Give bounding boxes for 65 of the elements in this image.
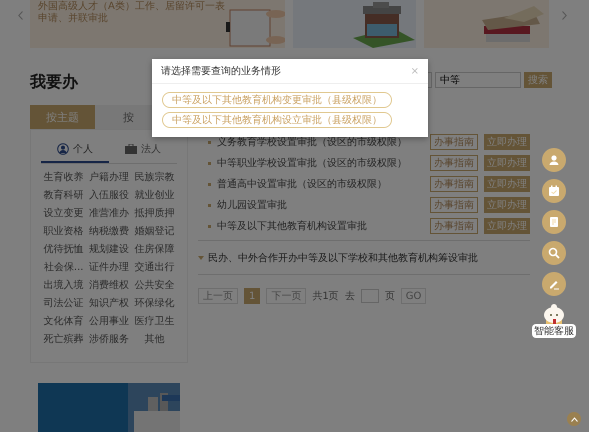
assistant-button[interactable]: 智能客服 [532,303,576,338]
search-button[interactable]: 搜索 [524,72,552,88]
guide-button[interactable]: 办事指南 [430,218,478,234]
banner-caption: 外国高级人才（A类）工作、居留许可一表申请、并联审批 [38,1,226,25]
option-button[interactable]: 中等及以下其他教育机构变更审批（县级权限） [162,92,392,108]
service-group[interactable]: 民办、中外合作开办中等及以下学校和其他教育机构筹设审批 [198,241,530,275]
service-title[interactable]: 义务教育学校设置审批（设区的市级权限） [217,135,424,149]
category-link[interactable]: 生育收养 [41,170,86,186]
topic-tab[interactable]: 按主题 [30,105,95,129]
service-title[interactable]: 中等职业学校设置审批（设区的市级权限） [217,156,424,170]
category-link[interactable]: 涉侨服务 [86,332,132,348]
category-link[interactable]: 户籍办理 [86,170,132,186]
category-link[interactable]: 知识产权 [86,296,132,312]
page-total: 共1页 [312,290,339,303]
dialog-title: 请选择需要查询的业务情形 [161,64,281,78]
applicant-tab[interactable]: 个人 [41,138,109,163]
apply-button[interactable]: 立即办理 [484,218,530,234]
apply-button[interactable]: 立即办理 [484,155,530,171]
goto-label: 去 [344,290,355,303]
category-link[interactable]: 司法公证 [41,296,86,312]
category-link[interactable]: 民族宗教 [132,170,177,186]
category-link[interactable]: 其他 [132,332,177,348]
page-button[interactable]: 1 [244,288,260,304]
category-link[interactable]: 证件办理 [86,260,132,276]
close-button[interactable]: × [410,66,419,76]
apply-button[interactable]: 立即办理 [484,197,530,213]
guide-button[interactable]: 办事指南 [430,155,478,171]
service-title[interactable]: 中等及以下其他教育机构设置审批 [217,219,424,233]
category-link[interactable]: 抵押质押 [132,206,177,222]
apply-button[interactable]: 立即办理 [484,134,530,150]
category-link[interactable]: 就业创业 [132,188,177,204]
category-link[interactable]: 文化体育 [41,314,86,330]
service-title[interactable]: 幼儿园设置审批 [217,198,424,212]
previous-page-button[interactable]: 上一页 [198,288,238,304]
search-field[interactable]: 中等 [435,72,521,88]
guide-button[interactable]: 办事指南 [430,134,478,150]
category-link[interactable]: 教育科研 [41,188,86,204]
guide-button[interactable]: 办事指南 [430,176,478,192]
guide-button[interactable]: 办事指南 [430,197,478,213]
applicant-tab[interactable]: 法人 [109,138,177,163]
apply-button[interactable]: 立即办理 [484,176,530,192]
service-title[interactable]: 普通高中设置审批（设区的市级权限） [217,177,424,191]
category-link[interactable]: 设立变更 [41,206,86,222]
category-link[interactable]: 优待抚恤 [41,242,86,258]
category-link[interactable]: 公共安全 [132,278,177,294]
category-link[interactable]: 环保绿化 [132,296,177,312]
category-link[interactable]: 出境入境 [41,278,86,294]
category-link[interactable]: 医疗卫生 [132,314,177,330]
option-button[interactable]: 中等及以下其他教育机构设立审批（县级权限） [162,112,392,128]
category-link[interactable]: 消费维权 [86,278,132,294]
category-link[interactable]: 死亡殡葬 [41,332,86,348]
category-link[interactable]: 准营准办 [86,206,132,222]
category-link[interactable]: 婚姻登记 [132,224,177,240]
category-link[interactable]: 社会保... [41,260,86,276]
category-link[interactable]: 住房保障 [132,242,177,258]
category-link[interactable]: 纳税缴费 [86,224,132,240]
category-link[interactable]: 入伍服役 [86,188,132,204]
category-link[interactable]: 职业资格 [41,224,86,240]
category-link[interactable]: 交通出行 [132,260,177,276]
category-link[interactable]: 公用事业 [86,314,132,330]
go-button[interactable]: GO [400,288,426,304]
section-heading: 我要办 [30,72,80,93]
category-link[interactable]: 规划建设 [86,242,132,258]
page-unit: 页 [384,290,395,303]
next-page-button[interactable]: 下一页 [266,288,306,304]
